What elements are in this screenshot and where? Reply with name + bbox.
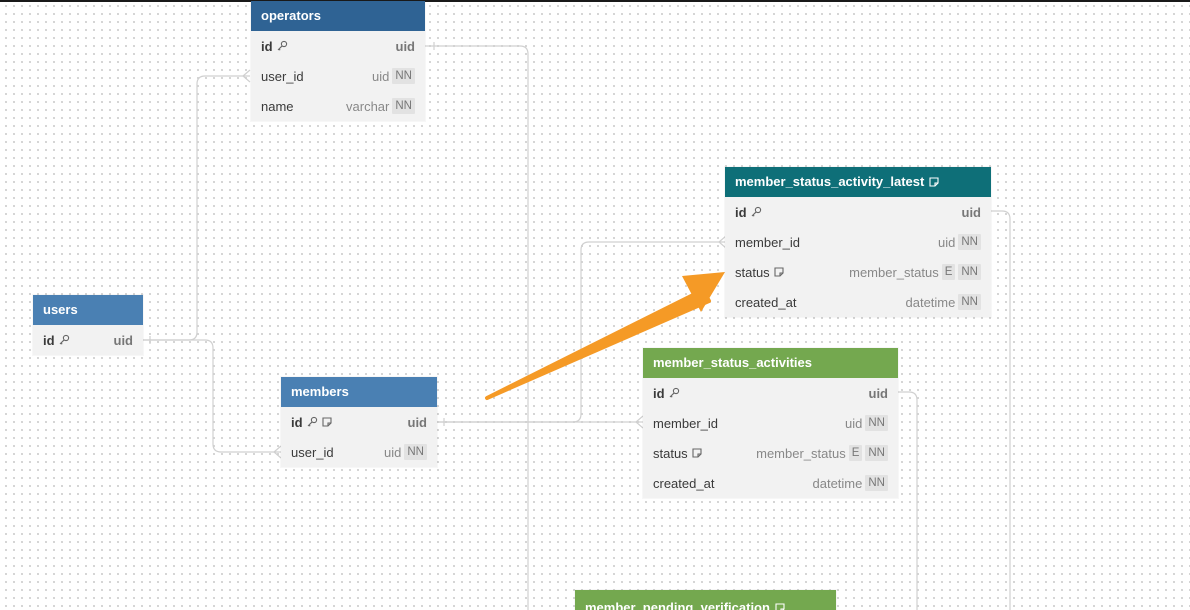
table-users[interactable]: users id uid xyxy=(33,295,143,355)
not-null-badge: NN xyxy=(865,445,888,461)
key-icon xyxy=(750,206,762,218)
not-null-badge: NN xyxy=(404,444,427,460)
note-icon xyxy=(928,176,940,188)
edge-users-members xyxy=(143,339,281,453)
table-header[interactable]: members xyxy=(281,377,437,407)
field-row-id[interactable]: id uid xyxy=(281,407,437,437)
field-row-member-id[interactable]: member_id uid NN xyxy=(725,227,991,257)
field-row-created-at[interactable]: created_at datetime NN xyxy=(725,287,991,317)
table-member-pending-verification[interactable]: member_pending_verification xyxy=(575,590,836,610)
table-title: member_status_activities xyxy=(653,355,812,370)
field-row-id[interactable]: id uid xyxy=(33,325,143,355)
enum-badge: E xyxy=(848,445,863,461)
relationship-lines xyxy=(143,42,1011,610)
field-row-user-id[interactable]: user_id uid NN xyxy=(251,61,425,91)
edge-activities-id xyxy=(898,391,918,610)
not-null-badge: NN xyxy=(958,234,981,250)
table-header[interactable]: users xyxy=(33,295,143,325)
table-header[interactable]: operators xyxy=(251,1,425,31)
table-title: member_status_activity_latest xyxy=(735,174,925,189)
table-member-status-activity-latest[interactable]: member_status_activity_latest id uid mem… xyxy=(725,167,991,317)
note-icon xyxy=(774,602,786,610)
not-null-badge: NN xyxy=(958,264,981,280)
field-row-id[interactable]: id uid xyxy=(643,378,898,408)
field-row-name[interactable]: name varchar NN xyxy=(251,91,425,121)
note-icon xyxy=(321,416,333,428)
enum-badge: E xyxy=(941,264,956,280)
table-header[interactable]: member_status_activity_latest xyxy=(725,167,991,197)
not-null-badge: NN xyxy=(865,415,888,431)
not-null-badge: NN xyxy=(865,475,888,491)
table-title: users xyxy=(43,302,78,317)
not-null-badge: NN xyxy=(958,294,981,310)
note-icon xyxy=(773,266,785,278)
table-header[interactable]: member_pending_verification xyxy=(575,590,836,610)
table-title: operators xyxy=(261,8,321,23)
field-row-user-id[interactable]: user_id uid NN xyxy=(281,437,437,467)
note-icon xyxy=(691,447,703,459)
key-icon xyxy=(276,40,288,52)
table-operators[interactable]: operators id uid user_id uid NN name var… xyxy=(251,1,425,121)
not-null-badge: NN xyxy=(392,98,415,114)
key-icon xyxy=(306,416,318,428)
field-row-id[interactable]: id uid xyxy=(725,197,991,227)
table-members[interactable]: members id uid user_id uid NN xyxy=(281,377,437,467)
edge-latest-id xyxy=(991,210,1011,610)
field-row-created-at[interactable]: created_at datetime NN xyxy=(643,468,898,498)
field-row-member-id[interactable]: member_id uid NN xyxy=(643,408,898,438)
table-title: members xyxy=(291,384,349,399)
field-row-status[interactable]: status member_status E NN xyxy=(725,257,991,287)
field-row-id[interactable]: id uid xyxy=(251,31,425,61)
field-row-status[interactable]: status member_status E NN xyxy=(643,438,898,468)
edge-operators-user-users-id xyxy=(143,75,250,341)
not-null-badge: NN xyxy=(392,68,415,84)
table-member-status-activities[interactable]: member_status_activities id uid member_i… xyxy=(643,348,898,498)
table-header[interactable]: member_status_activities xyxy=(643,348,898,378)
key-icon xyxy=(668,387,680,399)
table-title: member_pending_verification xyxy=(585,600,770,610)
key-icon xyxy=(58,334,70,346)
edge-operators-id xyxy=(425,45,529,610)
